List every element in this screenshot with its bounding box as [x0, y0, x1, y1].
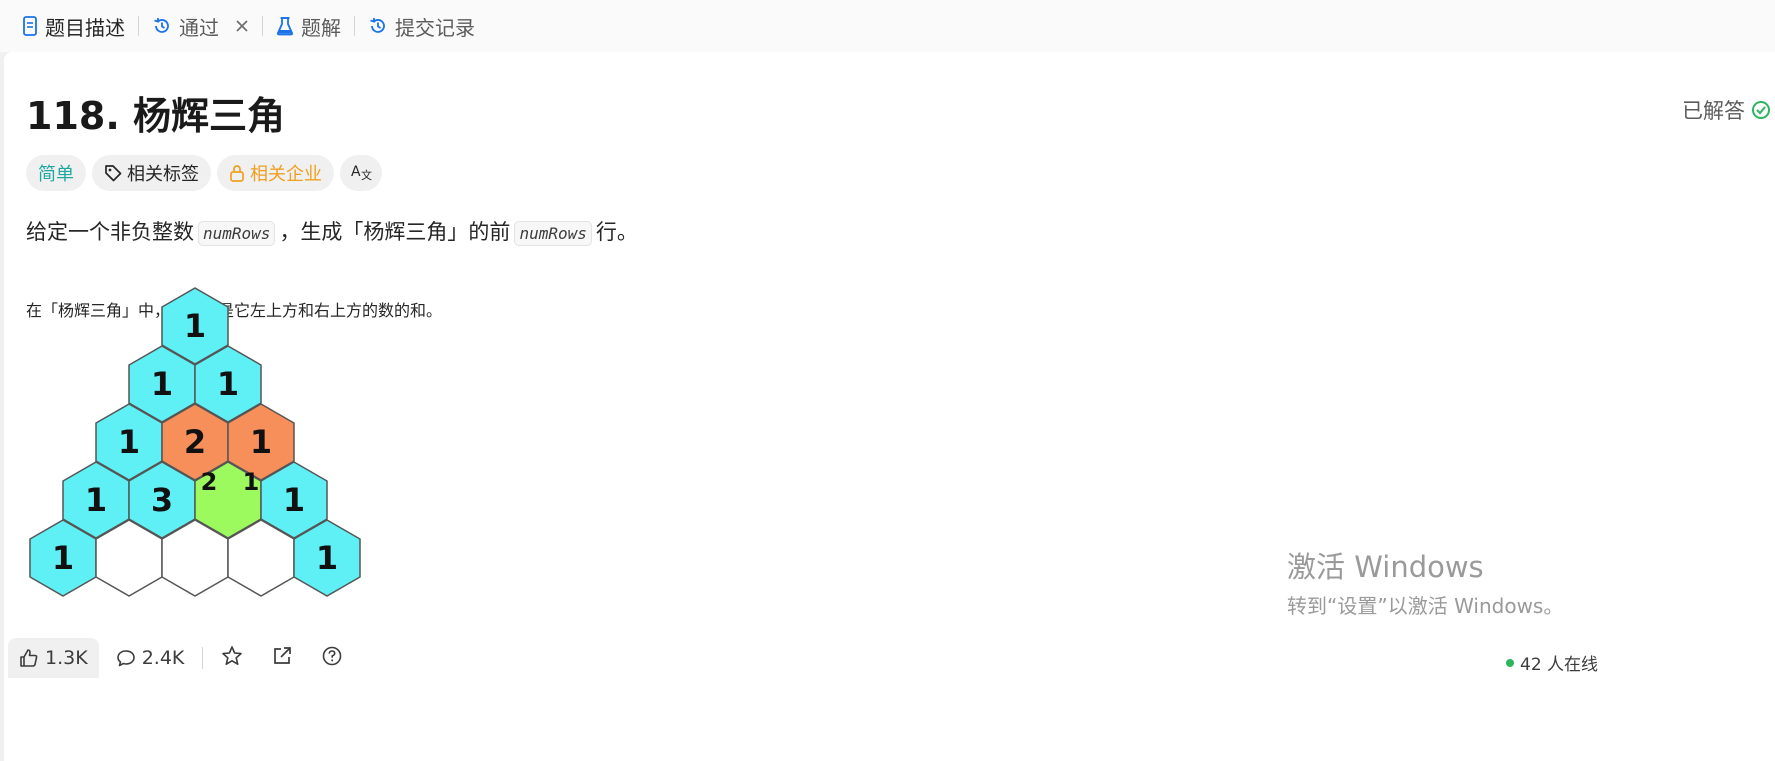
watermark-line2: 转到“设置”以激活 Windows。	[1287, 594, 1564, 618]
tab-divider	[138, 16, 139, 36]
question-circle-icon	[321, 645, 343, 672]
related-companies-button[interactable]: 相关企业	[217, 155, 334, 191]
watermark-line1: 激活 Windows	[1287, 550, 1484, 584]
tag-row: 简单 相关标签 相关企业 A文	[26, 155, 388, 191]
tab-description-label: 题目描述	[45, 15, 125, 40]
svg-text:1: 1	[85, 481, 107, 519]
tab-description[interactable]: 题目描述	[22, 0, 125, 52]
share-icon	[271, 645, 293, 672]
comments-button[interactable]: 2.4K	[116, 647, 185, 669]
history-icon	[152, 16, 172, 36]
like-button[interactable]: 1.3K	[8, 638, 99, 678]
close-icon[interactable]	[235, 19, 249, 33]
desc-text: 行。	[595, 220, 638, 244]
svg-text:A: A	[351, 164, 361, 180]
pascal-triangle-figure: 1 1 1 1 2 1 1 3 2 1 1 1 1	[29, 287, 371, 607]
tab-submissions-label: 提交记录	[395, 15, 475, 40]
related-topics-button[interactable]: 相关标签	[92, 155, 211, 191]
history-icon	[368, 16, 388, 36]
svg-text:2: 2	[201, 468, 218, 496]
svg-text:文: 文	[361, 168, 372, 181]
inline-code: numRows	[514, 221, 592, 246]
solved-label: 已解答	[1682, 99, 1745, 123]
online-dot-icon	[1506, 658, 1514, 667]
svg-text:1: 1	[217, 365, 239, 403]
tab-bar: 题目描述 通过 题解 提交记录	[0, 0, 1775, 52]
svg-text:1: 1	[243, 468, 260, 496]
svg-text:2: 2	[184, 423, 206, 461]
related-companies-label: 相关企业	[250, 164, 322, 185]
related-topics-label: 相关标签	[127, 164, 199, 185]
tab-submissions[interactable]: 提交记录	[368, 0, 475, 52]
windows-activation-watermark: 激活 Windows 转到“设置”以激活 Windows。	[1287, 544, 1563, 619]
check-circle-icon	[1751, 100, 1771, 120]
solved-status: 已解答	[1682, 95, 1771, 125]
desc-text: 给定一个非负整数	[26, 220, 194, 244]
tab-accepted-label: 通过	[179, 15, 219, 40]
tab-accepted[interactable]: 通过	[152, 0, 249, 52]
difficulty-label: 简单	[38, 164, 74, 185]
like-count: 1.3K	[45, 647, 88, 669]
problem-description: 给定一个非负整数 numRows ，生成「杨辉三角」的前 numRows 行。	[26, 216, 638, 246]
online-count-label: 42 人在线	[1520, 655, 1599, 675]
svg-text:1: 1	[52, 539, 74, 577]
document-icon	[22, 16, 38, 36]
bottom-divider	[202, 647, 204, 669]
share-button[interactable]	[271, 645, 293, 672]
svg-text:3: 3	[151, 481, 173, 519]
translate-icon: A文	[350, 161, 372, 186]
thumbs-up-icon	[19, 648, 39, 668]
problem-title[interactable]: 118. 杨辉三角	[26, 85, 285, 140]
svg-text:1: 1	[316, 539, 338, 577]
tab-solutions[interactable]: 题解	[276, 0, 341, 52]
svg-text:1: 1	[184, 307, 206, 345]
translate-button[interactable]: A文	[340, 155, 382, 191]
flask-icon	[276, 16, 294, 36]
svg-text:1: 1	[283, 481, 305, 519]
star-icon	[221, 645, 243, 672]
tab-solutions-label: 题解	[301, 15, 341, 40]
help-button[interactable]	[321, 645, 343, 672]
svg-text:1: 1	[151, 365, 173, 403]
difficulty-badge[interactable]: 简单	[26, 155, 86, 191]
favorite-button[interactable]	[221, 645, 243, 672]
comment-icon	[116, 648, 136, 668]
tab-divider	[262, 16, 263, 36]
online-count: 42 人在线	[1506, 650, 1598, 675]
svg-text:1: 1	[118, 423, 140, 461]
inline-code: numRows	[198, 221, 276, 246]
comment-count: 2.4K	[141, 647, 185, 669]
tab-divider	[354, 16, 355, 36]
svg-text:1: 1	[250, 423, 272, 461]
desc-text: ，生成「杨辉三角」的前	[279, 220, 511, 244]
tag-icon	[104, 164, 122, 182]
lock-icon	[229, 164, 245, 182]
